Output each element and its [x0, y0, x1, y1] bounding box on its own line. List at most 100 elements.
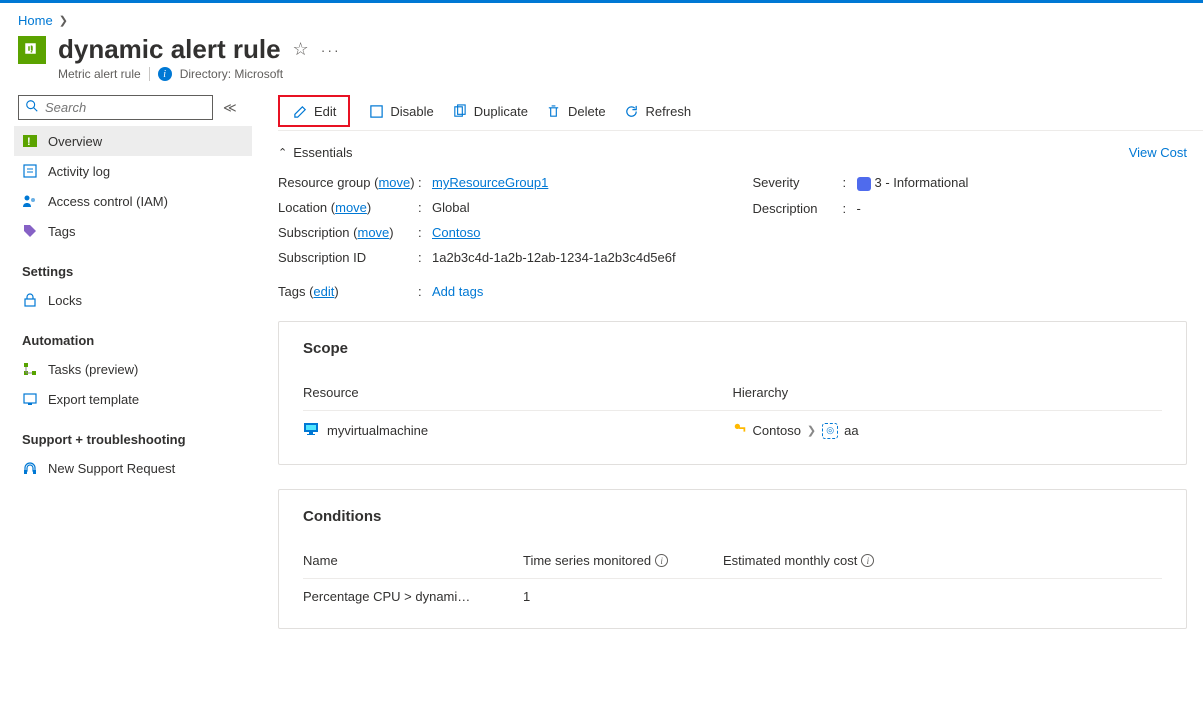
sidebar-item-label: New Support Request [48, 461, 175, 476]
sidebar-item-label: Locks [48, 293, 82, 308]
sidebar-item-label: Activity log [48, 164, 110, 179]
sidebar-search[interactable] [18, 95, 213, 120]
trash-icon [546, 103, 562, 119]
sidebar-item-tags[interactable]: Tags [14, 216, 252, 246]
copy-icon [452, 103, 468, 119]
toolbar: Edit Disable Duplicate Delete [278, 91, 1203, 131]
info-icon[interactable]: i [655, 554, 668, 567]
sidebar-item-label: Access control (IAM) [48, 194, 168, 209]
conditions-col-cost: Estimated monthly cost [723, 553, 857, 568]
sidebar-section-support: Support + troubleshooting [18, 414, 258, 453]
chevron-right-icon: ❯ [807, 424, 816, 437]
main-content: Edit Disable Duplicate Delete [258, 91, 1203, 653]
sidebar-item-locks[interactable]: Locks [14, 285, 252, 315]
location-label: Location [278, 200, 327, 215]
directory-label: Directory: Microsoft [180, 67, 283, 81]
scope-card: Scope Resource Hierarchy myvirtualmachin… [278, 321, 1187, 465]
severity-value: 3 - Informational [857, 175, 969, 191]
scope-row: myvirtualmachine Contoso ❯ ◎ aa [303, 410, 1162, 458]
tags-edit-link[interactable]: edit [313, 284, 334, 299]
favorite-star-icon[interactable]: ☆ [293, 39, 309, 60]
alert-rule-icon: ! [18, 36, 46, 64]
resource-group-label: Resource group [278, 175, 371, 190]
svg-text:!: ! [27, 136, 31, 148]
sidebar-section-automation: Automation [18, 315, 258, 354]
disable-button[interactable]: Disable [368, 103, 433, 119]
location-value: Global [432, 200, 470, 215]
sidebar: ≪ ! Overview Activity log Access control… [0, 91, 258, 653]
search-icon [25, 99, 39, 116]
refresh-icon [624, 103, 640, 119]
sidebar-item-export-template[interactable]: Export template [14, 384, 252, 414]
sidebar-item-tasks[interactable]: Tasks (preview) [14, 354, 252, 384]
collapse-sidebar-icon[interactable]: ≪ [223, 100, 237, 116]
search-input[interactable] [45, 100, 206, 115]
sidebar-item-label: Overview [48, 134, 102, 149]
key-icon [733, 422, 747, 439]
tasks-icon [22, 361, 38, 377]
conditions-card: Conditions Name Time series monitored i … [278, 489, 1187, 629]
sidebar-section-settings: Settings [18, 246, 258, 285]
subscription-move-link[interactable]: move [358, 225, 390, 240]
view-cost-link[interactable]: View Cost [1129, 145, 1187, 160]
breadcrumb: Home ❯ [0, 3, 1203, 32]
support-icon [22, 460, 38, 476]
subscription-link[interactable]: Contoso [432, 225, 480, 240]
add-tags-link[interactable]: Add tags [432, 284, 483, 299]
severity-label: Severity [753, 175, 843, 191]
conditions-col-name: Name [303, 553, 523, 568]
chevron-right-icon: ❯ [59, 14, 68, 27]
more-menu-icon[interactable]: ··· [321, 42, 341, 58]
sidebar-item-label: Tags [48, 224, 75, 239]
tags-label: Tags [278, 284, 305, 299]
resource-type-label: Metric alert rule [58, 67, 141, 81]
access-control-icon [22, 193, 38, 209]
edit-button[interactable]: Edit [278, 95, 350, 127]
breadcrumb-home[interactable]: Home [18, 13, 53, 28]
tags-icon [22, 223, 38, 239]
toolbar-label: Refresh [646, 104, 692, 119]
sidebar-item-access-control[interactable]: Access control (IAM) [14, 186, 252, 216]
toolbar-label: Delete [568, 104, 606, 119]
info-icon[interactable]: i [861, 554, 874, 567]
toolbar-label: Disable [390, 104, 433, 119]
scope-col-resource: Resource [303, 385, 733, 400]
page-title-bar: ! dynamic alert rule ☆ ··· [0, 32, 1203, 65]
resource-group-move-link[interactable]: move [378, 175, 410, 190]
pencil-icon [292, 103, 308, 119]
disable-icon [368, 103, 384, 119]
condition-name: Percentage CPU > dynami… [303, 589, 523, 604]
conditions-row: Percentage CPU > dynami… 1 [303, 578, 1162, 622]
hierarchy-rg: aa [844, 423, 858, 438]
conditions-col-ts: Time series monitored [523, 553, 651, 568]
condition-cost [723, 589, 1162, 604]
scope-title: Scope [303, 340, 1162, 357]
location-move-link[interactable]: move [335, 200, 367, 215]
sidebar-item-new-support[interactable]: New Support Request [14, 453, 252, 483]
condition-ts: 1 [523, 589, 723, 604]
sidebar-item-label: Export template [48, 392, 139, 407]
sidebar-item-overview[interactable]: ! Overview [14, 126, 252, 156]
severity-badge-icon [857, 177, 871, 191]
activity-log-icon [22, 163, 38, 179]
scope-col-hierarchy: Hierarchy [733, 385, 1163, 400]
export-template-icon [22, 391, 38, 407]
resource-group-link[interactable]: myResourceGroup1 [432, 175, 548, 190]
essentials-toggle[interactable]: ⌃ Essentials [278, 145, 352, 160]
resource-group-icon: ◎ [822, 423, 838, 439]
subscription-label: Subscription [278, 225, 350, 240]
sidebar-item-label: Tasks (preview) [48, 362, 138, 377]
duplicate-button[interactable]: Duplicate [452, 103, 528, 119]
page-subtitle: Metric alert rule i Directory: Microsoft [0, 65, 1203, 91]
lock-icon [22, 292, 38, 308]
vm-icon [303, 421, 319, 440]
sidebar-item-activity-log[interactable]: Activity log [14, 156, 252, 186]
hierarchy-sub: Contoso [753, 423, 801, 438]
subscription-id-label: Subscription ID [278, 250, 418, 265]
refresh-button[interactable]: Refresh [624, 103, 692, 119]
page-title: dynamic alert rule [58, 34, 281, 65]
essentials-label: Essentials [293, 145, 352, 160]
toolbar-label: Duplicate [474, 104, 528, 119]
subscription-id-value: 1a2b3c4d-1a2b-12ab-1234-1a2b3c4d5e6f [432, 250, 676, 265]
delete-button[interactable]: Delete [546, 103, 606, 119]
